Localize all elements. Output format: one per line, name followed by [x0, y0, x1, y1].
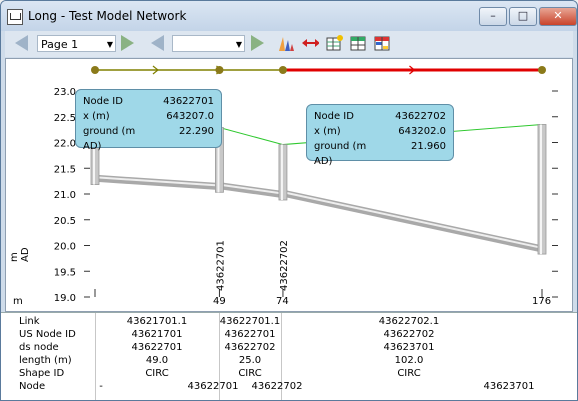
minimize-button[interactable]: –	[479, 7, 507, 26]
callout-label: ground (m AD)	[314, 141, 367, 167]
cell-length[interactable]: 49.0	[95, 355, 219, 366]
cell-ds-node[interactable]: 43622702	[219, 342, 281, 353]
callout-value: 22.290	[179, 126, 214, 137]
row-link-label: Link	[19, 316, 40, 327]
cell-length[interactable]: 25.0	[219, 355, 281, 366]
x-unit-label: m	[13, 296, 23, 307]
cell-ds-node[interactable]: 43622701	[95, 342, 219, 353]
cell-length[interactable]: 102.0	[281, 355, 537, 366]
callout-label: x (m)	[314, 126, 341, 137]
grid-table-icon[interactable]	[349, 34, 367, 52]
node-label-vertical: 43622702	[279, 240, 290, 291]
y-tick-label: 19.5	[54, 267, 76, 278]
window: Long - Test Model Network – □ ✕ Page 1 ▼…	[0, 0, 578, 401]
x-tick-49: 49	[213, 296, 226, 307]
cell-shape[interactable]: CIRC	[95, 368, 219, 379]
cell-us-node[interactable]: 43622701	[219, 329, 281, 340]
right-arrow-icon	[251, 35, 264, 51]
node-marker	[538, 66, 546, 74]
callout-label: ground (m AD)	[83, 126, 136, 152]
node-marker	[215, 66, 224, 74]
close-button[interactable]: ✕	[539, 7, 577, 26]
section-select[interactable]: ▼	[172, 35, 245, 52]
cell-link[interactable]: 43622702.1	[281, 316, 537, 327]
title-bar: Long - Test Model Network – □ ✕	[1, 1, 577, 31]
callout-value: 21.960	[411, 141, 446, 152]
chevron-down-icon: ▼	[235, 40, 242, 49]
previous-section-button[interactable]	[149, 34, 167, 52]
y-tick-label: 19.0	[54, 293, 76, 304]
left-arrow-icon	[151, 35, 164, 51]
callout-value: 643202.0	[398, 126, 446, 137]
right-arrow-icon	[121, 35, 134, 51]
callout-value: 643207.0	[166, 111, 214, 122]
node-tooltip-43622702: Node ID 43622702 x (m) 643202.0 ground (m …	[306, 104, 454, 167]
next-page-button[interactable]	[119, 34, 137, 52]
properties-grid: Link US Node ID ds node length (m) Shape…	[1, 312, 577, 400]
chevron-down-icon: ▼	[106, 40, 113, 49]
y-tick-label: 22.5	[54, 113, 76, 124]
cell-link[interactable]: 43622701.1	[219, 316, 281, 327]
grid-add-icon[interactable]	[325, 34, 343, 52]
node-tooltip-43622701: Node ID 43622701 x (m) 643207.0 ground (m …	[75, 89, 222, 152]
cell-shape[interactable]: CIRC	[219, 368, 281, 379]
row-shape-label: Shape ID	[19, 368, 65, 379]
y-tick-label: 21.5	[54, 164, 76, 175]
callout-label: x (m)	[83, 111, 110, 122]
previous-page-button[interactable]	[13, 34, 31, 52]
graph-icon[interactable]	[277, 34, 295, 52]
window-title: Long - Test Model Network	[28, 9, 187, 23]
x-tick-74: 74	[276, 296, 289, 307]
grid-color-icon[interactable]	[373, 34, 391, 52]
y-tick-label: 21.0	[54, 190, 76, 201]
cell-ds-node[interactable]: 43623701	[281, 342, 537, 353]
node-label-vertical: 43622701	[215, 240, 226, 291]
row-node-label: Node	[19, 381, 46, 392]
app-icon	[7, 9, 23, 25]
callout-value: 43622702	[395, 111, 446, 122]
page-select[interactable]: Page 1 ▼	[37, 35, 116, 52]
y-tick-label: 20.0	[54, 242, 76, 253]
left-arrow-icon	[15, 35, 28, 51]
cell-node-2[interactable]: 43622702	[247, 381, 307, 392]
callout-label: Node ID	[314, 111, 354, 122]
cell-us-node[interactable]: 43621701	[95, 329, 219, 340]
cell-shape[interactable]: CIRC	[281, 368, 537, 379]
node-marker	[91, 66, 99, 74]
callout-value: 43622701	[163, 96, 214, 107]
cell-node-3[interactable]: 43623701	[464, 381, 554, 392]
cell-us-node[interactable]: 43622702	[281, 329, 537, 340]
callout-label: Node ID	[83, 96, 123, 107]
maximize-button[interactable]: □	[509, 7, 537, 26]
y-tick-label: 22.0	[54, 139, 76, 150]
row-length-label: length (m)	[19, 355, 72, 366]
next-section-button[interactable]	[249, 34, 267, 52]
cell-node-1[interactable]: 43622701	[173, 381, 253, 392]
node-marker	[278, 66, 287, 74]
cell-node-0[interactable]: -	[81, 381, 121, 392]
row-ds-node-label: ds node	[19, 342, 59, 353]
pipe-highlight	[286, 192, 539, 249]
cell-link[interactable]: 43621701.1	[95, 316, 219, 327]
profile-chart[interactable]: 19.0 19.5 20.0 20.5 21.0 21.5 22.0 22.5 23.0 4362…	[5, 58, 573, 312]
row-us-node-label: US Node ID	[19, 329, 76, 340]
toolbar: Page 1 ▼ ▼	[5, 31, 573, 57]
page-select-value: Page 1	[41, 38, 79, 51]
x-tick-176: 176	[532, 296, 552, 307]
y-axis-label: m AD	[9, 247, 31, 262]
y-tick-label: 20.5	[54, 216, 76, 227]
y-tick-label: 23.0	[54, 87, 76, 98]
width-arrows-icon[interactable]	[301, 34, 319, 52]
